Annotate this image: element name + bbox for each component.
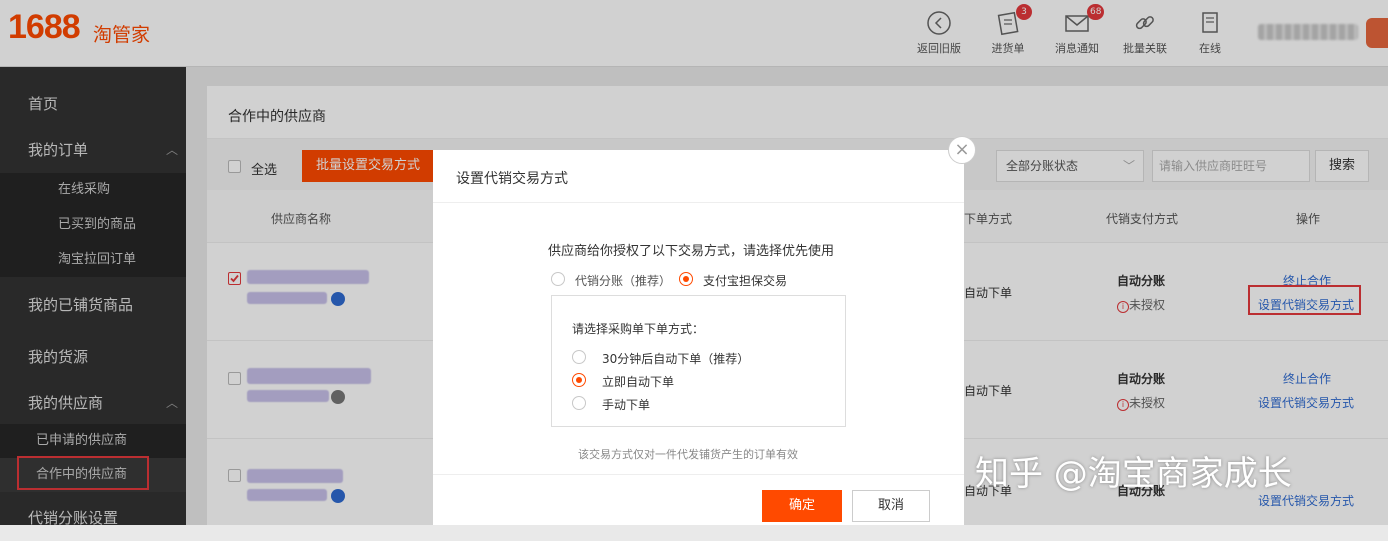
watermark-text: 知乎 @淘宝商家成长 — [975, 454, 1292, 494]
dialog-note: 该交易方式仅对一件代发铺货产生的订单有效 — [578, 448, 798, 461]
radio-alipay-guarantee[interactable] — [679, 272, 693, 286]
radio-auto-30min[interactable] — [572, 350, 586, 364]
set-trade-method-dialog: 设置代销交易方式 供应商给你授权了以下交易方式，请选择优先使用 代销分账（推荐）… — [433, 150, 964, 525]
radio-auto-immediate[interactable] — [572, 373, 586, 387]
radio-auto-immediate-label[interactable]: 立即自动下单 — [602, 373, 674, 390]
order-method-panel: 请选择采购单下单方式： 30分钟后自动下单（推荐） 立即自动下单 手动下单 — [551, 295, 846, 427]
radio-manual-label[interactable]: 手动下单 — [602, 396, 650, 413]
radio-alipay-guarantee-label[interactable]: 支付宝担保交易 — [703, 272, 787, 289]
dialog-prompt: 供应商给你授权了以下交易方式，请选择优先使用 — [548, 244, 835, 259]
radio-split-account[interactable] — [551, 272, 565, 286]
order-method-prompt: 请选择采购单下单方式： — [572, 322, 705, 336]
dialog-header: 设置代销交易方式 — [433, 150, 964, 203]
radio-manual[interactable] — [572, 396, 586, 410]
cancel-button[interactable]: 取消 — [852, 490, 930, 522]
footer-divider — [433, 474, 964, 475]
confirm-button[interactable]: 确定 — [762, 490, 842, 522]
radio-auto-30min-label[interactable]: 30分钟后自动下单（推荐） — [602, 350, 749, 367]
radio-split-account-label[interactable]: 代销分账（推荐） — [575, 272, 671, 289]
dialog-title: 设置代销交易方式 — [456, 171, 568, 187]
close-icon[interactable]: × — [948, 136, 976, 164]
